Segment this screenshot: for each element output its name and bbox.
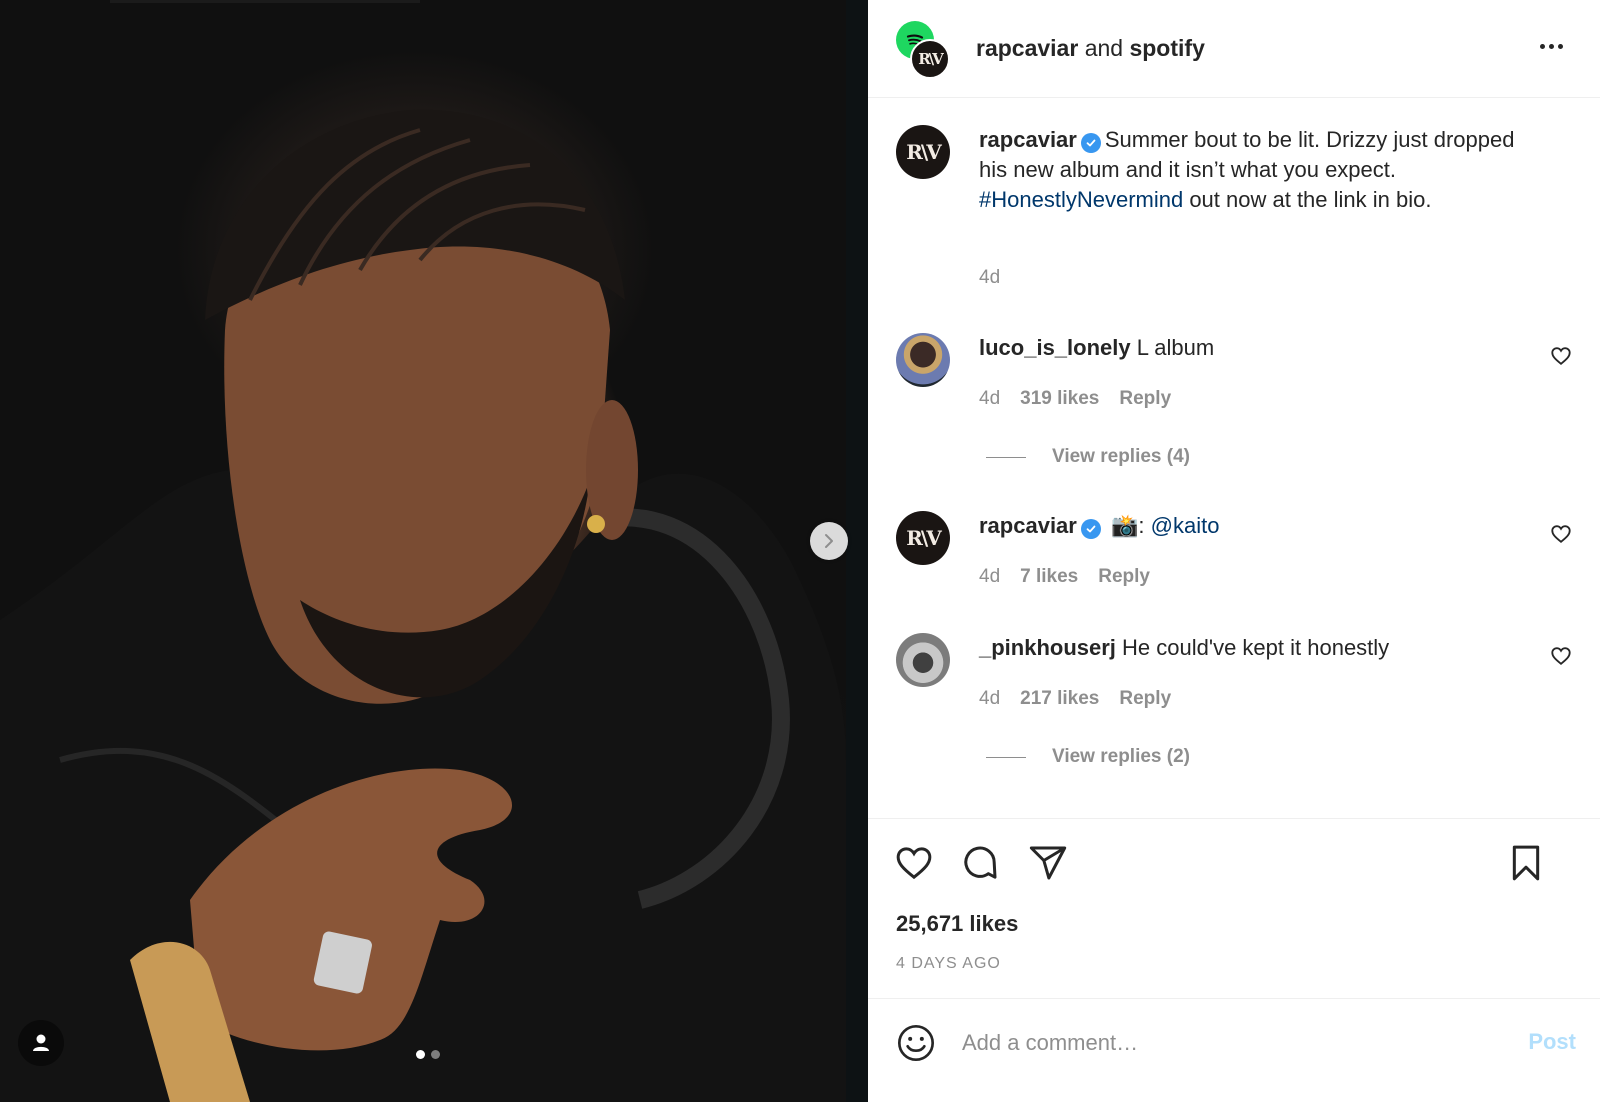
media-bezel [846, 0, 868, 1102]
comment-body: : [1138, 513, 1151, 538]
share-paper-plane-icon[interactable] [1028, 843, 1068, 883]
tagged-users-button[interactable] [18, 1020, 64, 1066]
comment-bubble-icon[interactable] [960, 843, 1000, 883]
comment-text: rapcaviar 📸: @kaito [979, 511, 1539, 541]
comment-body: He could've kept it honestly [1122, 635, 1390, 660]
view-replies-label: View replies (4) [1052, 446, 1190, 467]
comment-meta: 4d 217 likes Reply [979, 688, 1171, 710]
caption: R\V rapcaviar Summer bout to be lit. Driz… [896, 125, 1576, 305]
more-dot-icon [1558, 43, 1563, 49]
comment-avatar[interactable] [896, 633, 950, 687]
verified-badge-icon [1080, 519, 1101, 539]
carousel-next-button[interactable] [810, 522, 848, 560]
comment-likes[interactable]: 319 likes [1020, 388, 1099, 410]
media-top-strip [110, 0, 420, 3]
like-heart-icon[interactable] [894, 843, 934, 883]
replies-divider [986, 756, 1026, 758]
post-actions: 25,671 likes 4 DAYS AGO [868, 818, 1600, 998]
more-options-button[interactable] [1540, 34, 1570, 58]
comment-likes[interactable]: 217 likes [1020, 688, 1099, 710]
collab-avatars[interactable]: R\V [896, 20, 952, 79]
comment-like-icon[interactable] [1550, 645, 1572, 667]
post-like-count[interactable]: 25,671 likes [896, 911, 1018, 937]
header-account-link[interactable]: rapcaviar [976, 35, 1078, 61]
comment-time: 4d [979, 688, 1001, 709]
caption-time: 4d [979, 267, 1001, 288]
caption-body-end: out now at the link in bio. [1183, 187, 1432, 212]
replies-divider [986, 456, 1026, 458]
comment-username[interactable]: _pinkhouserj [979, 635, 1116, 660]
carousel-dot-1[interactable] [416, 1050, 425, 1059]
comments-list[interactable]: R\V rapcaviar Summer bout to be lit. Driz… [868, 99, 1600, 819]
post-header: R\V rapcaviar and spotify [868, 0, 1600, 98]
comment-composer: Post [868, 998, 1600, 1102]
comment-meta: 4d 7 likes Reply [979, 566, 1150, 588]
camera-flash-emoji: 📸 [1110, 513, 1139, 538]
caption-meta: 4d [979, 267, 1000, 289]
post-photo[interactable] [0, 0, 846, 1102]
view-replies-label: View replies (2) [1052, 746, 1190, 767]
post-media[interactable] [0, 0, 868, 1102]
comment-mention[interactable]: @kaito [1151, 513, 1220, 538]
comment-input[interactable] [962, 1025, 1462, 1061]
post-timestamp: 4 DAYS AGO [896, 955, 1001, 972]
comment-text: _pinkhouserj He could've kept it honestl… [979, 633, 1539, 663]
more-dot-icon [1549, 43, 1554, 49]
emoji-picker-icon[interactable] [896, 1023, 936, 1063]
header-collaborator-link[interactable]: spotify [1129, 35, 1204, 61]
comment-likes[interactable]: 7 likes [1020, 566, 1078, 588]
comment-time: 4d [979, 566, 1001, 587]
comment-username[interactable]: rapcaviar [979, 513, 1077, 538]
comment-avatar[interactable] [896, 333, 950, 387]
comment-reply-button[interactable]: Reply [1098, 566, 1150, 588]
portrait-illustration [0, 109, 846, 1102]
post-header-title: rapcaviar and spotify [976, 35, 1205, 62]
comment-reply-button[interactable]: Reply [1119, 688, 1171, 710]
caption-text: rapcaviar Summer bout to be lit. Drizzy j… [979, 125, 1539, 215]
comment-text: luco_is_lonely L album [979, 333, 1539, 363]
carousel-dots [416, 1050, 440, 1059]
post-comment-button[interactable]: Post [1528, 1029, 1576, 1055]
bookmark-save-icon[interactable] [1506, 843, 1546, 883]
comment-avatar[interactable]: R\V [896, 511, 950, 565]
comment-item: R\V rapcaviar 📸: @kaito 4d 7 likes Reply [896, 511, 1576, 611]
comment-username[interactable]: luco_is_lonely [979, 335, 1131, 360]
comment-time: 4d [979, 388, 1001, 409]
rapcaviar-logo: R\V [918, 49, 944, 68]
comment-reply-button[interactable]: Reply [1119, 388, 1171, 410]
comment-item: _pinkhouserj He could've kept it honestl… [896, 633, 1576, 783]
header-connector: and [1084, 35, 1124, 61]
caption-hashtag[interactable]: #HonestlyNevermind [979, 187, 1183, 212]
view-replies-button[interactable]: View replies (2) [986, 746, 1190, 768]
post-details-panel: R\V rapcaviar and spotify R\V rapcaviar S… [868, 0, 1600, 1102]
comment-meta: 4d 319 likes Reply [979, 388, 1171, 410]
comment-body: L album [1136, 335, 1215, 360]
comment-like-icon[interactable] [1550, 345, 1572, 367]
carousel-dot-2[interactable] [431, 1050, 440, 1059]
rapcaviar-logo: R\V [906, 526, 941, 550]
rapcaviar-avatar[interactable]: R\V [910, 38, 950, 79]
rapcaviar-logo: R\V [906, 140, 941, 164]
comment-like-icon[interactable] [1550, 523, 1572, 545]
view-replies-button[interactable]: View replies (4) [986, 446, 1190, 468]
caption-avatar[interactable]: R\V [896, 125, 950, 179]
comment-item: luco_is_lonely L album 4d 319 likes Repl… [896, 333, 1576, 483]
caption-username[interactable]: rapcaviar [979, 127, 1077, 152]
chevron-right-icon [825, 534, 833, 548]
more-dot-icon [1540, 43, 1545, 49]
verified-badge-icon [1080, 133, 1101, 153]
person-icon [33, 1034, 49, 1051]
